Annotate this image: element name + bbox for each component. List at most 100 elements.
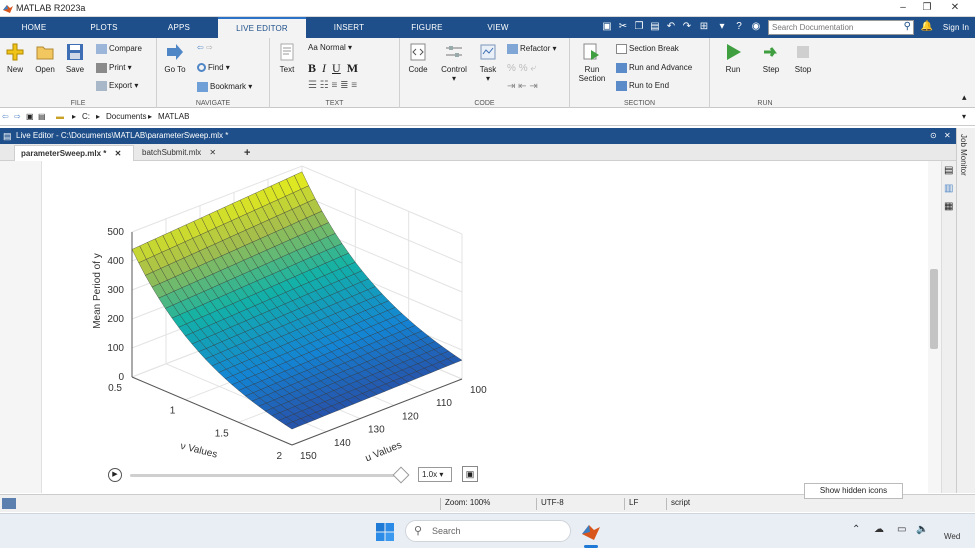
tab-close-icon[interactable]: ✕: [115, 149, 122, 158]
editor-close-icon[interactable]: ✕: [944, 128, 951, 144]
vertical-scrollbar[interactable]: [928, 161, 941, 493]
run-to-end-button[interactable]: Run to End: [616, 81, 669, 91]
path-drive[interactable]: C:: [82, 112, 90, 121]
refactor-button[interactable]: Refactor ▾: [507, 44, 556, 54]
code-button[interactable]: Code: [403, 42, 433, 74]
run-and-advance-button[interactable]: Run and Advance: [616, 63, 692, 73]
folder-up-icon[interactable]: ▤: [38, 112, 46, 121]
speed-dropdown[interactable]: 1.0x ▾: [418, 467, 452, 482]
display-icon[interactable]: ▭: [897, 524, 906, 535]
notification-icon[interactable]: 🔔: [920, 20, 934, 34]
export-animation-icon[interactable]: ▣: [462, 466, 478, 482]
play-icon[interactable]: ▶: [108, 468, 122, 482]
save-quick-icon[interactable]: ▣: [600, 20, 614, 34]
save-button[interactable]: Save: [60, 42, 90, 74]
run-button[interactable]: Run: [718, 42, 748, 74]
surface-plot[interactable]: 0 100 200 300 400 500 0.5 1 1.5 2 100 110 120 130 140 1…: [42, 161, 512, 461]
switch-windows-icon[interactable]: ⊞: [697, 20, 711, 34]
browse-folder-icon[interactable]: ▬: [56, 112, 64, 121]
back-arrow-icon[interactable]: ⇦: [197, 43, 204, 52]
forward-nav-icon[interactable]: ⇨: [14, 112, 21, 121]
find-button[interactable]: Find ▾: [197, 63, 230, 73]
tab-home[interactable]: HOME: [0, 17, 68, 38]
path-documents[interactable]: Documents: [106, 112, 146, 121]
stop-button[interactable]: Stop: [788, 42, 818, 74]
minimize-button[interactable]: –: [892, 1, 914, 15]
editor-actions-icon[interactable]: ⊙: [930, 128, 937, 144]
add-tab-button[interactable]: +: [238, 145, 258, 161]
status-panel-icon[interactable]: [2, 498, 16, 509]
monospace-button[interactable]: M: [347, 61, 358, 75]
redo-icon[interactable]: ↷: [680, 20, 694, 34]
tab-live-editor[interactable]: LIVE EDITOR: [218, 17, 306, 38]
job-monitor-panel[interactable]: Job Monitor: [956, 128, 975, 493]
animation-slider-handle[interactable]: [392, 466, 410, 484]
open-button[interactable]: Open: [30, 42, 60, 74]
uncomment-icon[interactable]: %: [519, 63, 528, 74]
tab-plots[interactable]: PLOTS: [68, 17, 140, 38]
wrap-icon[interactable]: ⤶: [530, 63, 536, 74]
back-nav-icon[interactable]: ⇦: [2, 112, 9, 121]
text-button[interactable]: Text: [272, 42, 302, 74]
back-forward-buttons[interactable]: ⇦ ⇨: [197, 43, 213, 52]
goto-button[interactable]: Go To: [160, 42, 190, 74]
encoding-status[interactable]: UTF-8: [536, 498, 564, 510]
forward-arrow-icon[interactable]: ⇨: [206, 43, 213, 52]
step-button[interactable]: Step: [756, 42, 786, 74]
path-matlab[interactable]: MATLAB: [158, 112, 189, 121]
close-button[interactable]: ✕: [944, 1, 966, 15]
comment-icon[interactable]: %: [507, 63, 516, 74]
zoom-status[interactable]: Zoom: 100%: [440, 498, 490, 510]
bullet-list-icon[interactable]: ☰: [308, 80, 317, 91]
compare-button[interactable]: Compare: [96, 44, 142, 54]
tab-insert[interactable]: INSERT: [306, 17, 392, 38]
volume-icon[interactable]: 🔈: [916, 524, 928, 535]
new-button[interactable]: New: [0, 42, 30, 74]
bookmark-button[interactable]: Bookmark ▾: [197, 82, 252, 92]
copy-icon[interactable]: ❐: [632, 20, 646, 34]
task-button[interactable]: Task ▾: [473, 42, 503, 83]
output-right-icon[interactable]: ▥: [944, 183, 953, 194]
help-icon[interactable]: ?: [732, 20, 746, 34]
up-folder-icon[interactable]: ▣: [26, 112, 34, 121]
underline-button[interactable]: U: [332, 61, 341, 75]
tab-close-icon[interactable]: ✕: [209, 148, 216, 157]
output-inline-icon[interactable]: ▤: [944, 165, 953, 176]
align-right-icon[interactable]: ≡: [351, 80, 357, 91]
italic-button[interactable]: I: [322, 61, 326, 75]
eol-status[interactable]: LF: [624, 498, 638, 510]
number-list-icon[interactable]: ☷: [320, 80, 329, 91]
cloud-icon[interactable]: ☁: [874, 524, 884, 535]
print-button[interactable]: Print ▾: [96, 63, 132, 73]
search-icon[interactable]: ⚲: [904, 21, 911, 32]
paste-icon[interactable]: ▤: [648, 20, 662, 34]
tab-apps[interactable]: APPS: [140, 17, 218, 38]
address-dropdown-icon[interactable]: ▾: [962, 112, 966, 121]
align-left-icon[interactable]: ≡: [332, 80, 338, 91]
hide-code-icon[interactable]: ▦: [944, 201, 953, 212]
windows-start-icon[interactable]: [375, 522, 395, 542]
bold-button[interactable]: B: [308, 61, 316, 75]
section-break-button[interactable]: Section Break: [616, 44, 679, 54]
search-documentation-input[interactable]: Search Documentation ⚲: [768, 20, 914, 35]
file-tab-batchsubmit[interactable]: batchSubmit.mlx ✕: [136, 145, 236, 161]
layout-icon[interactable]: ▾: [715, 20, 729, 34]
align-center-icon[interactable]: ≣: [340, 80, 348, 91]
mode-status[interactable]: script: [666, 498, 806, 510]
style-dropdown[interactable]: Aa Normal ▾: [308, 43, 352, 52]
community-icon[interactable]: ◉: [749, 20, 763, 34]
control-button[interactable]: Control ▾: [436, 42, 472, 83]
sign-in-link[interactable]: Sign In: [938, 17, 974, 38]
increase-indent-icon[interactable]: ⇤: [518, 81, 526, 92]
tab-figure[interactable]: FIGURE: [392, 17, 462, 38]
cut-icon[interactable]: ✂: [616, 20, 630, 34]
restore-button[interactable]: ❐: [916, 1, 938, 15]
export-button[interactable]: Export ▾: [96, 81, 138, 91]
show-hidden-icons-chevron[interactable]: ⌃: [852, 524, 860, 535]
list-align-buttons[interactable]: ☰ ☷ ≡ ≣ ≡: [308, 80, 357, 91]
file-tab-parametersweep[interactable]: parameterSweep.mlx * ✕: [14, 145, 134, 161]
scrollbar-thumb[interactable]: [930, 269, 938, 349]
decrease-indent-icon[interactable]: ⇥: [529, 81, 537, 92]
smart-indent-icon[interactable]: ⇥: [507, 81, 515, 92]
collapse-toolstrip-icon[interactable]: ▴: [962, 92, 967, 103]
